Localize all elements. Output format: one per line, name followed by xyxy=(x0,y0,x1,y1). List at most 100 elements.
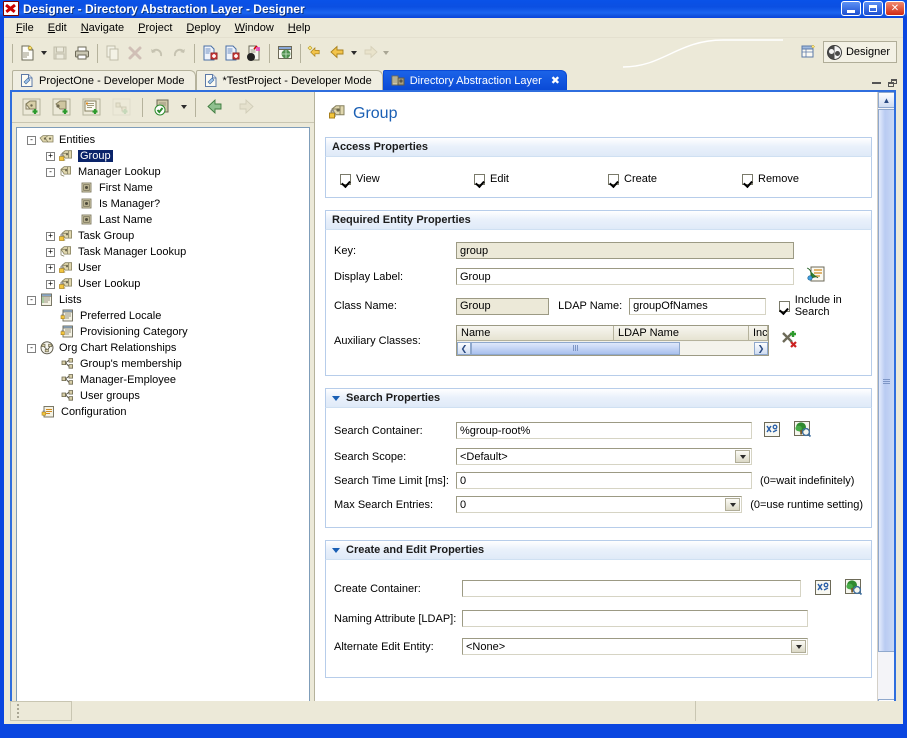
tree-node[interactable]: +Group xyxy=(23,148,309,164)
tree-node[interactable]: Provisioning Category xyxy=(23,324,309,340)
scroll-thumb[interactable] xyxy=(878,109,894,652)
expand-icon[interactable]: + xyxy=(46,280,55,289)
tree-node[interactable]: Last Name xyxy=(23,212,309,228)
tree-node[interactable]: Preferred Locale xyxy=(23,308,309,324)
print-icon[interactable] xyxy=(71,42,93,64)
scroll-track[interactable] xyxy=(471,342,754,355)
dal-tree[interactable]: -Entities+Group-Manager LookupFirst Name… xyxy=(16,127,310,709)
tree-node[interactable]: First Name xyxy=(23,180,309,196)
menu-help[interactable]: Help xyxy=(281,20,318,36)
checkbox-create[interactable]: Create xyxy=(608,173,742,185)
maximize-button[interactable] xyxy=(863,1,883,16)
tree-node[interactable]: +User Lookup xyxy=(23,276,309,292)
checkbox-edit[interactable]: Edit xyxy=(474,173,608,185)
add-entity-icon[interactable] xyxy=(18,94,46,120)
expression-icon[interactable] xyxy=(763,421,781,441)
back-dropdown-icon[interactable] xyxy=(349,42,359,64)
display-label-field[interactable]: Group xyxy=(456,268,794,285)
search-time-limit-field[interactable]: 0 xyxy=(456,472,752,489)
open-perspective-icon[interactable] xyxy=(800,43,818,61)
column-header-name[interactable]: Name xyxy=(457,326,614,341)
scroll-thumb[interactable] xyxy=(471,342,680,355)
column-header-include[interactable]: Include xyxy=(749,326,768,341)
checkbox-include-in-search[interactable]: Include in Search xyxy=(779,294,863,318)
tree-node[interactable]: Is Manager? xyxy=(23,196,309,212)
menu-edit[interactable]: Edit xyxy=(41,20,74,36)
tree-node[interactable]: -Manager Lookup xyxy=(23,164,309,180)
tree-node[interactable]: +Task Manager Lookup xyxy=(23,244,309,260)
column-header-ldap-name[interactable]: LDAP Name xyxy=(614,326,749,341)
expression-icon[interactable] xyxy=(814,579,832,599)
tab-directory-abstraction-layer[interactable]: Directory Abstraction Layer ✖ xyxy=(383,70,567,90)
search-container-field[interactable]: %group-root% xyxy=(456,422,752,439)
minimize-editor-icon[interactable] xyxy=(872,82,881,84)
scroll-left-icon[interactable]: ❮ xyxy=(457,342,471,355)
export-icon[interactable] xyxy=(221,42,243,64)
chevron-down-icon[interactable] xyxy=(332,548,340,553)
menu-navigate[interactable]: Navigate xyxy=(74,20,131,36)
validate-dropdown-icon[interactable] xyxy=(179,96,189,118)
close-button[interactable]: ✕ xyxy=(885,1,905,16)
preview-icon[interactable] xyxy=(274,42,296,64)
tree-node[interactable]: +User xyxy=(23,260,309,276)
back-history-icon[interactable] xyxy=(305,42,327,64)
close-icon[interactable]: ✖ xyxy=(551,74,560,87)
scroll-right-icon[interactable]: ❯ xyxy=(754,342,768,355)
tab-projectone[interactable]: ProjectOne - Developer Mode xyxy=(12,70,196,90)
tab-testproject[interactable]: *TestProject - Developer Mode xyxy=(196,70,383,90)
auxiliary-classes-hscrollbar[interactable]: ❮ ❯ xyxy=(457,341,768,355)
validate-dal-icon[interactable] xyxy=(149,94,177,120)
alternate-edit-entity-combo[interactable]: <None> xyxy=(462,638,808,655)
back-icon[interactable] xyxy=(327,42,349,64)
add-list-icon[interactable] xyxy=(48,94,76,120)
tree-node[interactable]: +Task Group xyxy=(23,228,309,244)
naming-attribute-field[interactable] xyxy=(462,610,808,627)
tree-node[interactable]: User groups xyxy=(23,388,309,404)
minimize-button[interactable] xyxy=(841,1,861,16)
validate-icon[interactable] xyxy=(243,42,265,64)
expand-icon[interactable]: + xyxy=(46,248,55,257)
tree-node[interactable]: -Entities xyxy=(23,132,309,148)
create-container-field[interactable] xyxy=(462,580,801,597)
ldap-name-field[interactable]: groupOfNames xyxy=(629,298,766,315)
checkbox-view[interactable]: View xyxy=(340,173,474,185)
chevron-down-icon[interactable] xyxy=(725,498,740,511)
max-search-entries-combo[interactable]: 0 xyxy=(456,496,742,513)
tree-node[interactable]: Configuration xyxy=(23,404,309,420)
restore-editor-icon[interactable] xyxy=(888,79,897,87)
menu-project[interactable]: Project xyxy=(131,20,179,36)
search-scope-combo[interactable]: <Default> xyxy=(456,448,752,465)
add-remove-icon[interactable] xyxy=(780,330,799,351)
menu-window[interactable]: Window xyxy=(228,20,281,36)
collapse-icon[interactable]: - xyxy=(27,296,36,305)
menu-deploy[interactable]: Deploy xyxy=(179,20,227,36)
status-resize-grip[interactable] xyxy=(10,701,72,721)
chevron-down-icon[interactable] xyxy=(791,640,806,653)
checkbox-remove[interactable]: Remove xyxy=(742,173,799,185)
perspective-designer-button[interactable]: Designer xyxy=(823,41,897,63)
expand-icon[interactable]: + xyxy=(46,264,55,273)
tree-node[interactable]: Group's membership xyxy=(23,356,309,372)
expand-icon[interactable]: + xyxy=(46,232,55,241)
localize-icon[interactable] xyxy=(806,266,825,287)
import-icon[interactable] xyxy=(199,42,221,64)
menu-file[interactable]: File xyxy=(9,20,41,36)
new-icon[interactable] xyxy=(17,42,39,64)
tree-node[interactable]: -Org Chart Relationships xyxy=(23,340,309,356)
chevron-down-icon[interactable] xyxy=(332,396,340,401)
auxiliary-classes-table[interactable]: Name LDAP Name Include ❮ xyxy=(456,325,769,356)
navigate-back-icon[interactable] xyxy=(202,94,230,120)
section-header-search-properties[interactable]: Search Properties xyxy=(325,388,872,408)
scroll-up-icon[interactable]: ▲ xyxy=(878,92,894,108)
collapse-icon[interactable]: - xyxy=(27,344,36,353)
browse-tree-icon[interactable] xyxy=(793,420,812,441)
expand-icon[interactable]: + xyxy=(46,152,55,161)
collapse-icon[interactable]: - xyxy=(27,136,36,145)
tree-node[interactable]: Manager-Employee xyxy=(23,372,309,388)
section-header-create-and-edit-properties[interactable]: Create and Edit Properties xyxy=(325,540,872,560)
chevron-down-icon[interactable] xyxy=(735,450,750,463)
tree-node[interactable]: -Lists xyxy=(23,292,309,308)
collapse-icon[interactable]: - xyxy=(46,168,55,177)
properties-vscrollbar[interactable]: ▲ ▼ xyxy=(877,92,894,715)
add-attribute-icon[interactable] xyxy=(78,94,106,120)
